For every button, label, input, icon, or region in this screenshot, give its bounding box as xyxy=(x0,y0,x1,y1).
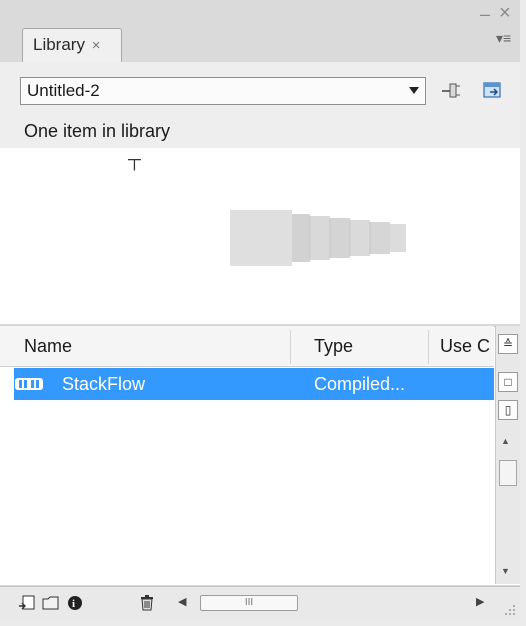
horizontal-scroll-thumb[interactable]: III xyxy=(200,595,298,611)
narrow-view-button[interactable]: ▯ xyxy=(498,400,518,420)
column-header-use-count[interactable]: Use C xyxy=(440,326,490,366)
column-header-type[interactable]: Type xyxy=(314,326,353,366)
chevron-down-icon[interactable] xyxy=(409,87,419,94)
column-header-name[interactable]: Name xyxy=(24,326,72,366)
document-select-value: Untitled-2 xyxy=(27,81,100,100)
wide-view-button[interactable]: □ xyxy=(498,372,518,392)
item-type: Compiled... xyxy=(314,374,406,394)
close-panel-button[interactable]: × xyxy=(499,2,511,25)
compiled-clip-icon xyxy=(15,378,43,390)
text-cursor-icon: ┬ xyxy=(128,149,141,169)
delete-trash-icon[interactable] xyxy=(138,594,156,612)
column-divider[interactable] xyxy=(428,330,429,364)
vertical-scrollbar[interactable] xyxy=(495,326,520,584)
properties-icon[interactable]: i xyxy=(66,594,84,612)
pin-library-icon[interactable] xyxy=(440,80,462,102)
item-count-label: One item in library xyxy=(24,121,171,141)
tab-library[interactable]: Library × xyxy=(22,28,122,62)
scrollbar-thumb[interactable] xyxy=(499,460,517,486)
symbol-preview-image xyxy=(230,210,406,266)
svg-text:i: i xyxy=(72,598,75,610)
panel-menu-icon[interactable]: ▾≡ xyxy=(496,30,516,46)
scroll-left-icon[interactable]: ◀ xyxy=(178,595,186,608)
sort-toggle-button[interactable]: ≙ xyxy=(498,334,518,354)
new-library-panel-icon[interactable] xyxy=(482,80,504,102)
minimize-button[interactable]: – xyxy=(480,4,490,25)
scroll-right-icon[interactable]: ▶ xyxy=(476,595,484,608)
tab-close-icon[interactable]: × xyxy=(92,37,101,54)
document-select[interactable]: Untitled-2 xyxy=(20,77,426,105)
column-divider[interactable] xyxy=(290,330,291,364)
new-symbol-icon[interactable] xyxy=(18,594,36,612)
tab-label: Library xyxy=(33,35,85,54)
library-panel: – × ▾≡ Library × Untitled-2 One item in … xyxy=(0,0,526,626)
list-header xyxy=(0,326,494,367)
new-folder-icon[interactable] xyxy=(42,594,60,612)
scroll-down-icon[interactable]: ▼ xyxy=(501,566,510,576)
scroll-up-icon[interactable]: ▲ xyxy=(501,436,510,446)
resize-grip-icon[interactable] xyxy=(502,602,516,616)
item-name: StackFlow xyxy=(62,374,146,394)
